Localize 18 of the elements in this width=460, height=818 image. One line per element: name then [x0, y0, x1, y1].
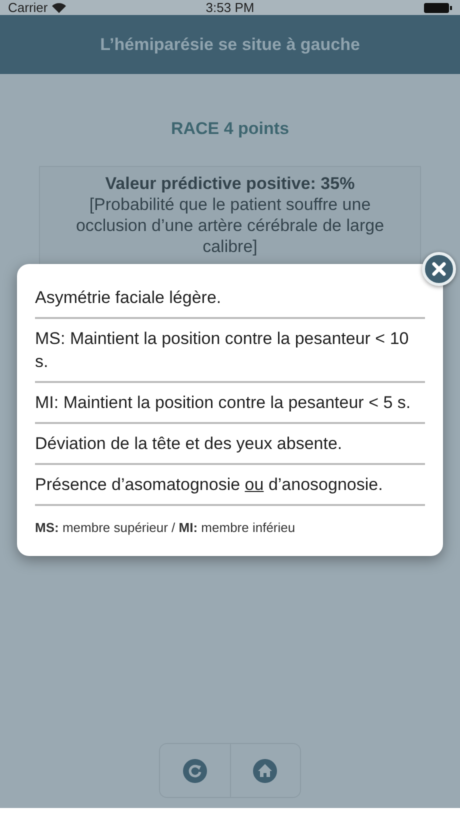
result-detail: [Probabilité que le patient souffre une occlusion d’une artère cérébrale de large calibre]: [74, 194, 386, 256]
criterion-text: Présence d’asomatognosie ou d’anosognosie.: [35, 475, 383, 494]
battery-icon: [424, 2, 452, 14]
clock: 3:53 PM: [206, 0, 254, 17]
close-button[interactable]: [422, 252, 456, 286]
score-label: RACE 4 points: [170, 118, 290, 140]
abbreviation-note: MS: membre supérieur / MI: membre inférieu: [35, 520, 296, 535]
criterion-text: MS: Maintient la position contre la pesanteur < 10 s.: [35, 329, 409, 371]
criterion-text: MI: Maintient la position contre la pesanteur < 5 s.: [35, 393, 411, 412]
header-title: L’hémiparésie se situe à gauche: [100, 34, 360, 56]
home-icon: [253, 758, 278, 782]
wifi-icon: [52, 2, 66, 12]
close-icon: [432, 262, 446, 276]
criterion-text: Asymétrie faciale légère.: [35, 288, 222, 307]
carrier-label: Carrier: [8, 0, 48, 17]
result-title: Valeur prédictive positive: 35%: [105, 172, 355, 194]
refresh-icon: [182, 758, 207, 782]
criterion-text: Déviation de la tête et des yeux absente.: [35, 434, 342, 453]
